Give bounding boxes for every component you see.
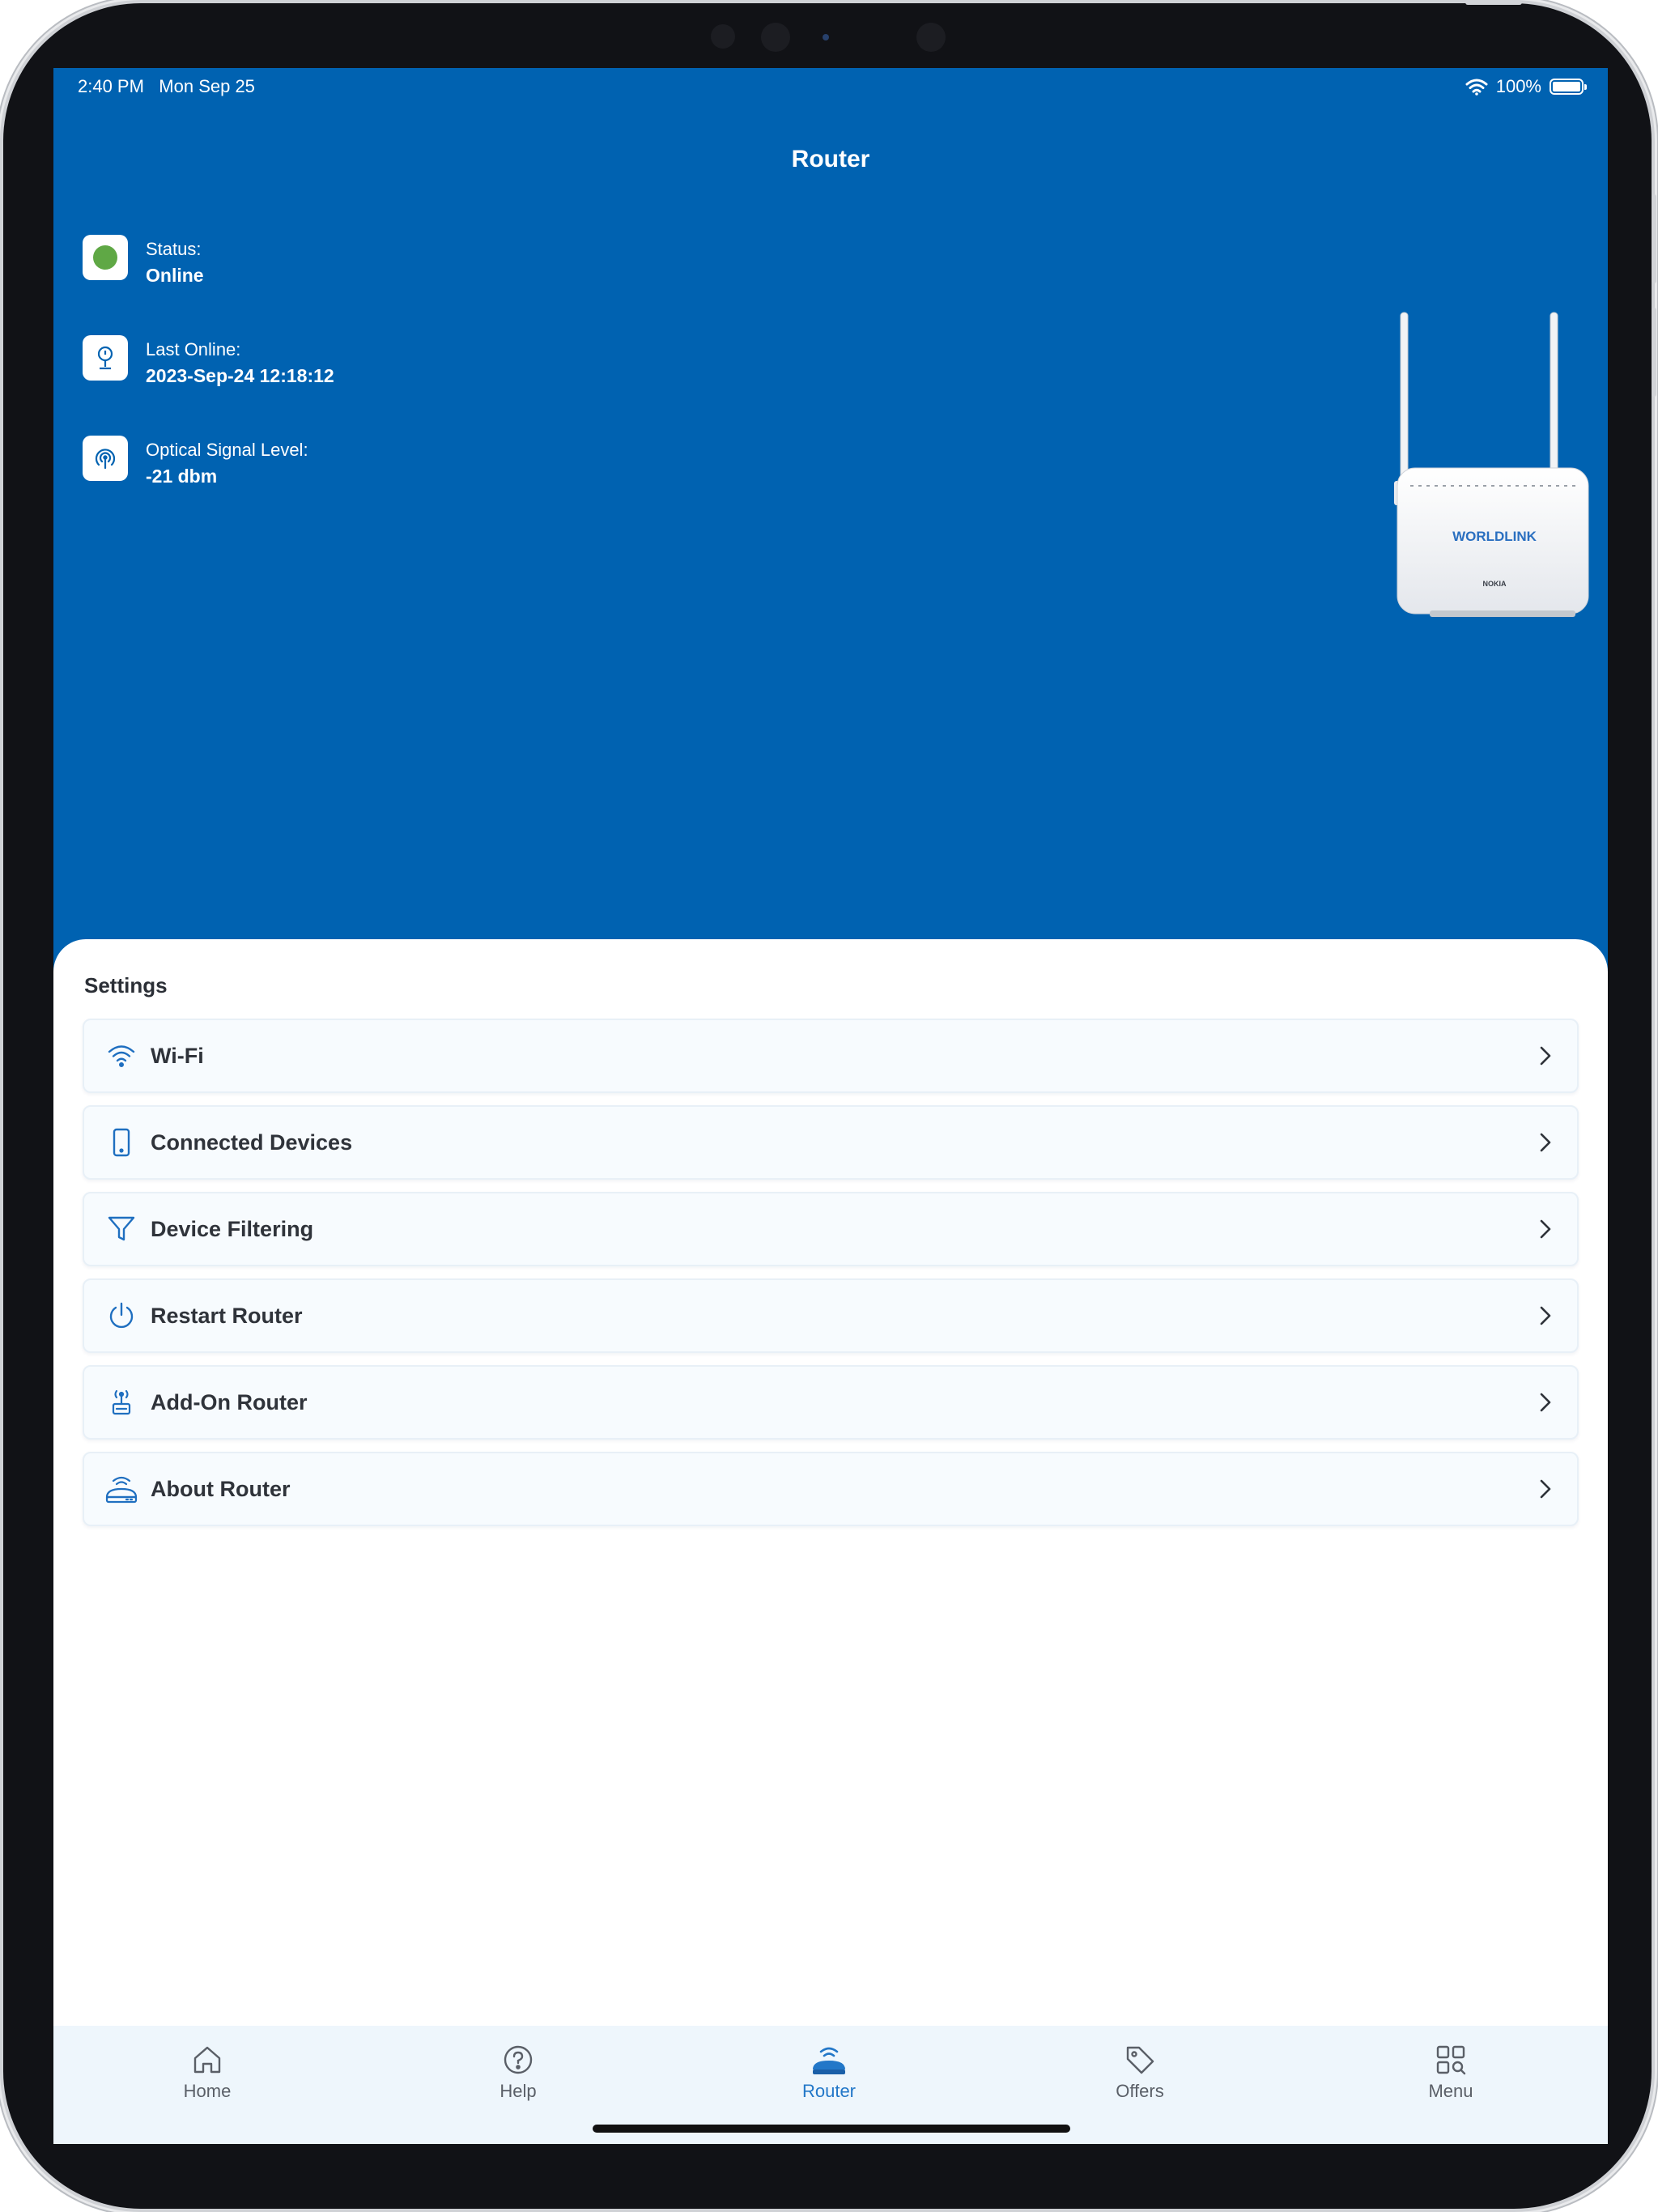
optical-signal-value: -21 dbm xyxy=(146,466,218,487)
app-screen: 2:40 PM Mon Sep 25 100% Router Status: O… xyxy=(53,68,1608,2144)
settings-sheet: Settings Wi-Fi Connected Devices Device … xyxy=(53,939,1608,2073)
tab-router[interactable]: Router xyxy=(748,2042,910,2102)
setting-about-router[interactable]: About Router xyxy=(83,1452,1579,1526)
phone-icon xyxy=(102,1123,141,1162)
last-online-value: 2023-Sep-24 12:18:12 xyxy=(146,365,334,386)
setting-device-filtering[interactable]: Device Filtering xyxy=(83,1192,1579,1266)
power-icon xyxy=(102,1296,141,1335)
chevron-right-icon xyxy=(1540,1219,1551,1239)
tab-home[interactable]: Home xyxy=(126,2042,288,2102)
add-on-router-icon xyxy=(102,1383,141,1422)
status-bar: 2:40 PM Mon Sep 25 100% xyxy=(53,68,1608,117)
router-brand-logo: WORLDLINK xyxy=(1452,529,1537,544)
battery-icon xyxy=(1550,79,1587,95)
setting-connected-devices-label: Connected Devices xyxy=(151,1129,353,1155)
volume-up-button xyxy=(1652,194,1656,283)
chevron-right-icon xyxy=(1540,1133,1551,1152)
last-online-label: Last Online: xyxy=(146,339,241,359)
location-pin-icon xyxy=(83,335,128,381)
help-icon xyxy=(437,2042,599,2078)
settings-title: Settings xyxy=(84,973,168,998)
setting-device-filtering-label: Device Filtering xyxy=(151,1216,314,1241)
chevron-right-icon xyxy=(1540,1046,1551,1066)
tab-offers-label: Offers xyxy=(1116,2081,1164,2101)
camera-indicator xyxy=(823,34,829,40)
sensor xyxy=(711,24,735,49)
optical-signal-label: Optical Signal Level: xyxy=(146,440,308,460)
router-image: WORLDLINK NOKIA xyxy=(1333,238,1592,627)
chevron-right-icon xyxy=(1540,1479,1551,1499)
grid-icon xyxy=(1370,2042,1532,2078)
tab-home-label: Home xyxy=(183,2081,232,2101)
setting-wifi[interactable]: Wi-Fi xyxy=(83,1019,1579,1093)
last-online-row: Last Online: 2023-Sep-24 12:18:12 xyxy=(83,335,334,389)
setting-connected-devices[interactable]: Connected Devices xyxy=(83,1105,1579,1180)
tab-menu-label: Menu xyxy=(1428,2081,1473,2101)
page-title: Router xyxy=(791,146,870,172)
top-button xyxy=(1465,0,1522,5)
setting-add-on-router-label: Add-On Router xyxy=(151,1389,308,1414)
status-date: Mon Sep 25 xyxy=(159,76,255,96)
tab-help[interactable]: Help xyxy=(437,2042,599,2102)
router-hero: 2:40 PM Mon Sep 25 100% Router Status: O… xyxy=(53,68,1608,1040)
chevron-right-icon xyxy=(1540,1393,1551,1412)
front-camera xyxy=(761,23,790,52)
tab-menu[interactable]: Menu xyxy=(1370,2042,1532,2102)
wifi-icon xyxy=(102,1036,141,1075)
status-row: Status: Online xyxy=(83,235,204,288)
setting-restart-router-label: Restart Router xyxy=(151,1303,303,1328)
router-icon xyxy=(102,1470,141,1508)
tag-icon xyxy=(1059,2042,1221,2078)
signal-icon xyxy=(83,436,128,481)
face-id-sensor xyxy=(916,23,946,52)
chevron-right-icon xyxy=(1540,1306,1551,1325)
tab-offers[interactable]: Offers xyxy=(1059,2042,1221,2102)
volume-down-button xyxy=(1652,308,1656,397)
home-icon xyxy=(126,2042,288,2078)
status-value: Online xyxy=(146,265,204,286)
setting-wifi-label: Wi-Fi xyxy=(151,1043,204,1068)
filter-icon xyxy=(102,1210,141,1249)
status-time: 2:40 PM xyxy=(78,76,144,96)
status-time-date: 2:40 PM Mon Sep 25 xyxy=(78,76,255,97)
tab-router-label: Router xyxy=(801,2081,857,2101)
status-right: 100% xyxy=(1465,76,1587,97)
status-label: Status: xyxy=(146,239,202,259)
home-indicator[interactable] xyxy=(593,2125,1070,2133)
router-tab-icon xyxy=(748,2042,910,2078)
status-dot-icon xyxy=(83,235,128,280)
battery-percent: 100% xyxy=(1495,76,1541,96)
setting-add-on-router[interactable]: Add-On Router xyxy=(83,1365,1579,1440)
setting-about-router-label: About Router xyxy=(151,1476,291,1501)
tab-help-label: Help xyxy=(500,2081,537,2101)
setting-restart-router[interactable]: Restart Router xyxy=(83,1278,1579,1353)
optical-signal-row: Optical Signal Level: -21 dbm xyxy=(83,436,308,489)
wifi-status-icon xyxy=(1465,79,1488,96)
router-maker-logo: NOKIA xyxy=(1483,580,1507,588)
